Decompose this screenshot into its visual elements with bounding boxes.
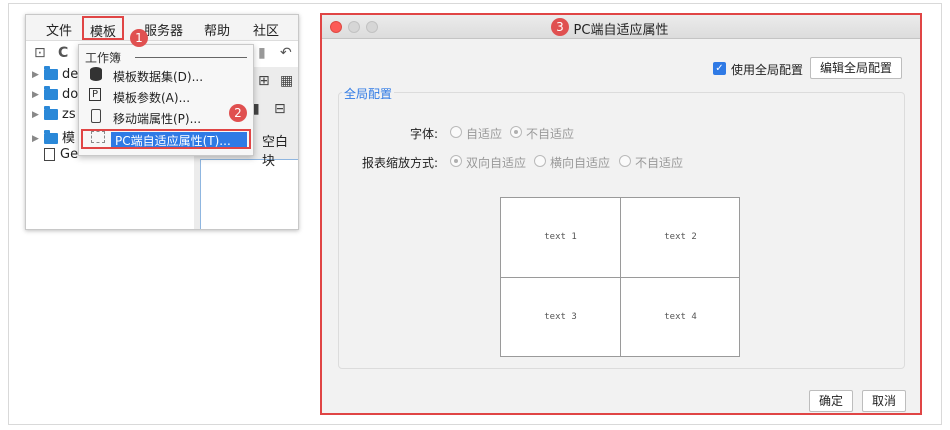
scale-bidirectional-radio[interactable] [450, 155, 462, 167]
cancel-button[interactable]: 取消 [862, 390, 906, 412]
menu-item-label: 移动端属性(P)... [113, 112, 202, 126]
database-icon [89, 67, 103, 82]
menu-item-label: 模板数据集(D)... [113, 70, 204, 84]
tree-item-label: Ge [60, 147, 79, 162]
scale-bidirectional-label: 双向自适应 [466, 156, 527, 170]
layout-icon[interactable]: ⊟ [274, 101, 286, 117]
menu-community[interactable]: 社区 [253, 20, 279, 39]
layout-preview: text 1 text 2 text 3 text 4 [500, 197, 740, 357]
scale-none-label: 不自适应 [635, 156, 684, 170]
tree-item[interactable]: ▶ do [32, 86, 79, 107]
scale-none-radio[interactable] [619, 155, 631, 167]
blank-block-label[interactable]: 空白块 [262, 131, 298, 169]
design-canvas[interactable] [200, 159, 298, 229]
preview-cell: text 3 [544, 312, 577, 322]
menu-item-label: 模板参数(A)... [113, 91, 191, 105]
ok-button[interactable]: 确定 [809, 390, 853, 412]
preview-cell: text 4 [664, 312, 697, 322]
undo-icon[interactable]: ↶ [280, 45, 292, 61]
font-adaptive-label: 自适应 [466, 127, 503, 141]
expand-arrow-icon[interactable]: ▶ [32, 110, 44, 120]
grid-icon[interactable]: ⊞ [258, 73, 270, 89]
dialog-title: PC端自适应属性 [573, 23, 669, 38]
font-not-adaptive-label: 不自适应 [526, 127, 575, 141]
chart-icon[interactable]: ▦ [280, 73, 293, 89]
menu-template[interactable]: 模板 [82, 16, 125, 40]
menu-item-mobile-properties[interactable]: 移动端属性(P)... [81, 107, 251, 127]
expand-arrow-icon[interactable]: ▶ [32, 90, 44, 100]
step-badge-2: 2 [229, 104, 247, 122]
mobile-icon [89, 109, 103, 124]
template-dropdown-menu: 工作簿 模板数据集(D)... P 模板参数(A)... 移动端属性(P)...… [78, 44, 254, 156]
preview-cell: text 2 [664, 232, 697, 242]
menu-bar: 文件 模板 服务器 帮助 社区 [26, 15, 298, 41]
new-folder-icon[interactable]: ⊡ [34, 45, 46, 61]
tree-item[interactable]: ▶ de [32, 66, 79, 87]
pc-adaptive-properties-dialog: 3 PC端自适应属性 ✓ 使用全局配置 编辑全局配置 全局配置 字体: 自适应 … [320, 13, 922, 415]
tree-item[interactable]: ▶ 模 [32, 127, 75, 147]
menu-file[interactable]: 文件 [46, 20, 72, 39]
pc-adaptive-icon [91, 131, 105, 146]
tree-item[interactable]: ▶ zs [32, 106, 76, 127]
folder-icon [44, 130, 58, 144]
menu-item-label: PC端自适应属性(T)... [115, 134, 231, 148]
use-global-config-label: 使用全局配置 [731, 63, 804, 77]
preview-cell: text 1 [544, 232, 577, 242]
designer-window: 文件 模板 服务器 帮助 社区 ⊡ C ▮ ↶ ▶ de ▶ do ▶ zs ▶ 模 G… [25, 14, 299, 230]
menu-item-template-dataset[interactable]: 模板数据集(D)... [81, 65, 251, 85]
tree-item-label: do [62, 87, 79, 102]
expand-arrow-icon[interactable]: ▶ [32, 134, 44, 144]
parameter-icon: P [89, 88, 103, 103]
report-scale-label: 报表缩放方式: [361, 156, 438, 170]
menu-item-template-parameters[interactable]: P 模板参数(A)... [81, 86, 251, 106]
menu-help[interactable]: 帮助 [204, 20, 230, 39]
scale-horizontal-label: 横向自适应 [550, 156, 611, 170]
font-adaptive-radio[interactable] [450, 126, 462, 138]
tree-item-label: de [62, 67, 79, 82]
expand-arrow-icon[interactable]: ▶ [32, 70, 44, 80]
menu-server[interactable]: 服务器 [144, 20, 183, 39]
font-not-adaptive-radio[interactable] [510, 126, 522, 138]
section-divider [135, 57, 247, 58]
document-icon [44, 148, 55, 161]
font-label: 字体: [409, 127, 438, 141]
global-config-group-title: 全局配置 [342, 85, 395, 102]
tree-item[interactable]: Ge [32, 147, 78, 167]
tree-item-label: 模 [62, 131, 76, 146]
checkbox-checked-icon[interactable]: ✓ [713, 62, 726, 75]
tree-item-label: zs [62, 107, 76, 122]
folder-icon [44, 86, 58, 100]
step-badge-1: 1 [130, 29, 148, 47]
menu-item-pc-adaptive-properties[interactable]: PC端自适应属性(T)... [81, 129, 251, 149]
save-icon[interactable]: ▮ [258, 45, 266, 61]
workbook-section-header: 工作簿 [85, 51, 122, 65]
folder-icon [44, 66, 58, 80]
folder-icon [44, 106, 58, 120]
scale-horizontal-radio[interactable] [534, 155, 546, 167]
refresh-icon[interactable]: C [58, 45, 68, 61]
edit-global-config-button[interactable]: 编辑全局配置 [810, 57, 902, 79]
dialog-titlebar: 3 PC端自适应属性 [322, 15, 920, 39]
